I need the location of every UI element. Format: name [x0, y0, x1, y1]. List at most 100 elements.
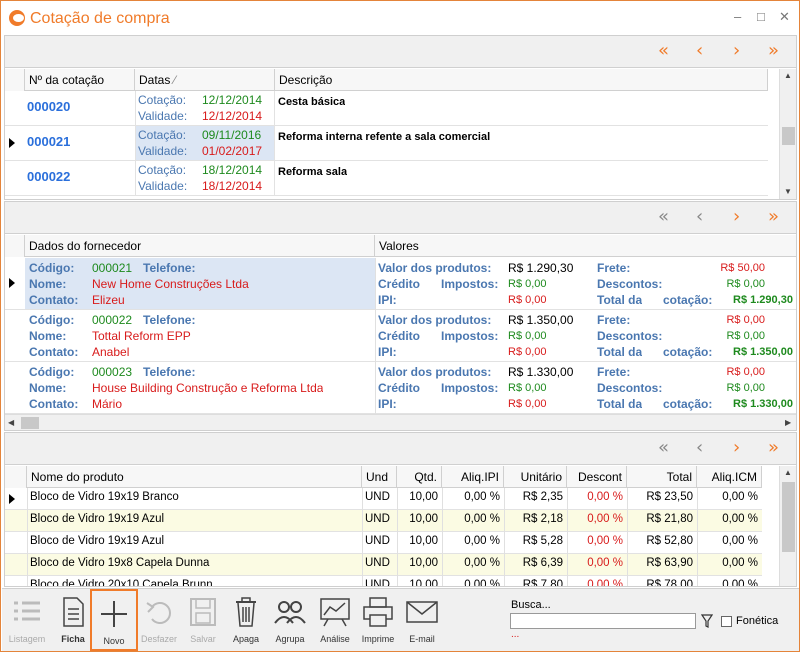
contact-label: Contato: — [29, 397, 79, 411]
col-header-ipi-rate[interactable]: Aliq.IPI — [442, 466, 504, 488]
taxes-label: Impostos: — [441, 329, 499, 343]
imprime-button[interactable]: Imprime — [355, 589, 401, 651]
prev-record-button[interactable]: ‹ — [696, 206, 703, 227]
total-value: R$ 1.290,30 — [733, 294, 793, 306]
next-record-button[interactable]: › — [733, 40, 740, 61]
product-total: R$ 21,80 — [646, 513, 693, 525]
product-discount: 0,00 % — [587, 513, 623, 525]
col-header-quantity[interactable]: Qtd. — [397, 466, 442, 488]
product-discount: 0,00 % — [587, 557, 623, 569]
quote-row[interactable]: 000022 Cotação: 18/12/2014 Validade: 18/… — [5, 161, 768, 196]
col-header-icm-rate[interactable]: Aliq.ICM — [697, 466, 762, 488]
col-header-values[interactable]: Valores — [375, 235, 796, 257]
list-icon — [14, 601, 40, 621]
next-record-button[interactable]: › — [733, 206, 740, 227]
last-record-button[interactable]: » — [768, 40, 779, 61]
scroll-up-icon[interactable]: ▲ — [784, 468, 792, 477]
scroll-right-icon[interactable]: ▶ — [785, 418, 791, 427]
quote-row-selected[interactable]: 000021 Cotação: 09/11/2016 Validade: 01/… — [5, 126, 768, 161]
product-icm-rate: 0,00 % — [722, 535, 758, 547]
code-label: Código: — [29, 365, 75, 379]
col-header-total[interactable]: Total — [627, 466, 697, 488]
scroll-up-icon[interactable]: ▲ — [784, 71, 792, 80]
current-row-icon — [9, 494, 15, 504]
analise-label: Análise — [320, 634, 350, 644]
col-header-unit[interactable]: Und — [362, 466, 397, 488]
search-more-indicator[interactable]: ... — [511, 629, 519, 640]
analise-button[interactable]: Análise — [312, 589, 358, 651]
desfazer-button[interactable]: Desfazer — [136, 589, 182, 651]
product-row[interactable]: Bloco de Vidro 19x19 Azul UND 10,00 0,00 % R… — [5, 532, 762, 554]
salvar-button[interactable]: Salvar — [180, 589, 226, 651]
scroll-left-icon[interactable]: ◀ — [8, 418, 14, 427]
phone-label: Telefone: — [143, 365, 196, 379]
next-record-button[interactable]: › — [733, 437, 740, 458]
col-header-discount[interactable]: Descont — [567, 466, 627, 488]
product-row[interactable]: Bloco de Vidro 19x8 Capela Dunna UND 10,00… — [5, 554, 762, 576]
product-quantity: 10,00 — [409, 535, 438, 547]
phone-label: Telefone: — [143, 313, 196, 327]
first-record-button[interactable]: « — [658, 206, 669, 227]
suppliers-horizontal-scrollbar[interactable]: ◀ ▶ — [5, 414, 796, 430]
apaga-button[interactable]: Apaga — [223, 589, 269, 651]
row-indicator-header — [5, 69, 25, 91]
minimize-button[interactable]: – — [734, 9, 741, 24]
quote-row[interactable]: 000020 Cotação: 12/12/2014 Validade: 12/… — [5, 91, 768, 126]
product-total: R$ 23,50 — [646, 491, 693, 503]
taxes-value: R$ 0,00 — [508, 278, 547, 290]
filter-icon[interactable] — [701, 614, 713, 628]
quote-number[interactable]: 000022 — [27, 169, 70, 184]
plus-icon — [101, 601, 127, 627]
save-icon — [190, 598, 216, 626]
email-label: E-mail — [409, 634, 435, 644]
listagem-button[interactable]: Listagem — [4, 589, 50, 651]
last-record-button[interactable]: » — [768, 437, 779, 458]
products-vertical-scrollbar[interactable]: ▲ — [779, 466, 796, 586]
taxes-label: Impostos: — [441, 277, 499, 291]
name-label: Nome: — [29, 381, 67, 395]
taxes-value: R$ 0,00 — [508, 382, 547, 394]
product-row[interactable]: Bloco de Vidro 20x10 Capela Brunn UND 10,0… — [5, 576, 762, 586]
scroll-thumb[interactable] — [782, 127, 795, 145]
suppliers-navbar: « ‹ › » — [5, 202, 796, 234]
col-header-supplier-data[interactable]: Dados do fornecedor — [25, 235, 375, 257]
product-unit: UND — [365, 557, 390, 569]
scroll-down-icon[interactable]: ▼ — [784, 187, 792, 196]
cotacao-label: cotação: — [663, 345, 713, 359]
freight-value: R$ 0,00 — [726, 314, 765, 326]
supplier-row[interactable]: Código: 000022 Telefone: Nome: Tottal Reform… — [5, 310, 796, 362]
col-header-product-name[interactable]: Nome do produto — [27, 466, 362, 488]
total-value: R$ 1.350,00 — [733, 346, 793, 358]
close-button[interactable]: ✕ — [779, 9, 790, 25]
last-record-button[interactable]: » — [768, 206, 779, 227]
supplier-row[interactable]: Código: 000021 Telefone: Nome: New Home Cons… — [5, 258, 796, 310]
quote-number[interactable]: 000020 — [27, 99, 70, 114]
product-name: Bloco de Vidro 19x19 Azul — [30, 513, 165, 525]
product-row[interactable]: Bloco de Vidro 19x19 Branco UND 10,00 0,00 … — [5, 488, 762, 510]
row-indicator-header — [5, 466, 27, 488]
maximize-button[interactable]: □ — [757, 9, 765, 24]
product-total: R$ 52,80 — [646, 535, 693, 547]
col-header-description[interactable]: Descrição — [275, 69, 768, 91]
scroll-thumb[interactable] — [782, 482, 795, 552]
col-header-unit-price[interactable]: Unitário — [504, 466, 567, 488]
col-header-dates[interactable]: Datas ⁄ — [135, 69, 275, 91]
novo-button[interactable]: Novo — [90, 589, 138, 651]
agrupa-button[interactable]: Agrupa — [267, 589, 313, 651]
email-button[interactable]: E-mail — [399, 589, 445, 651]
prev-record-button[interactable]: ‹ — [696, 40, 703, 61]
quotes-navbar: « ‹ › » — [5, 36, 796, 68]
supplier-row[interactable]: Código: 000023 Telefone: Nome: House Buildin… — [5, 362, 796, 414]
col-header-quote-number[interactable]: Nº da cotação — [25, 69, 135, 91]
scroll-thumb[interactable] — [21, 417, 39, 429]
quote-number[interactable]: 000021 — [27, 134, 70, 149]
fonetica-checkbox[interactable] — [721, 616, 732, 627]
first-record-button[interactable]: « — [658, 437, 669, 458]
first-record-button[interactable]: « — [658, 40, 669, 61]
quotes-vertical-scrollbar[interactable]: ▲ ▼ — [779, 69, 796, 199]
taxes-value: R$ 0,00 — [508, 330, 547, 342]
group-users-icon — [274, 601, 306, 624]
product-row[interactable]: Bloco de Vidro 19x19 Azul UND 10,00 0,00 % R… — [5, 510, 762, 532]
search-input[interactable] — [510, 613, 696, 629]
prev-record-button[interactable]: ‹ — [696, 437, 703, 458]
